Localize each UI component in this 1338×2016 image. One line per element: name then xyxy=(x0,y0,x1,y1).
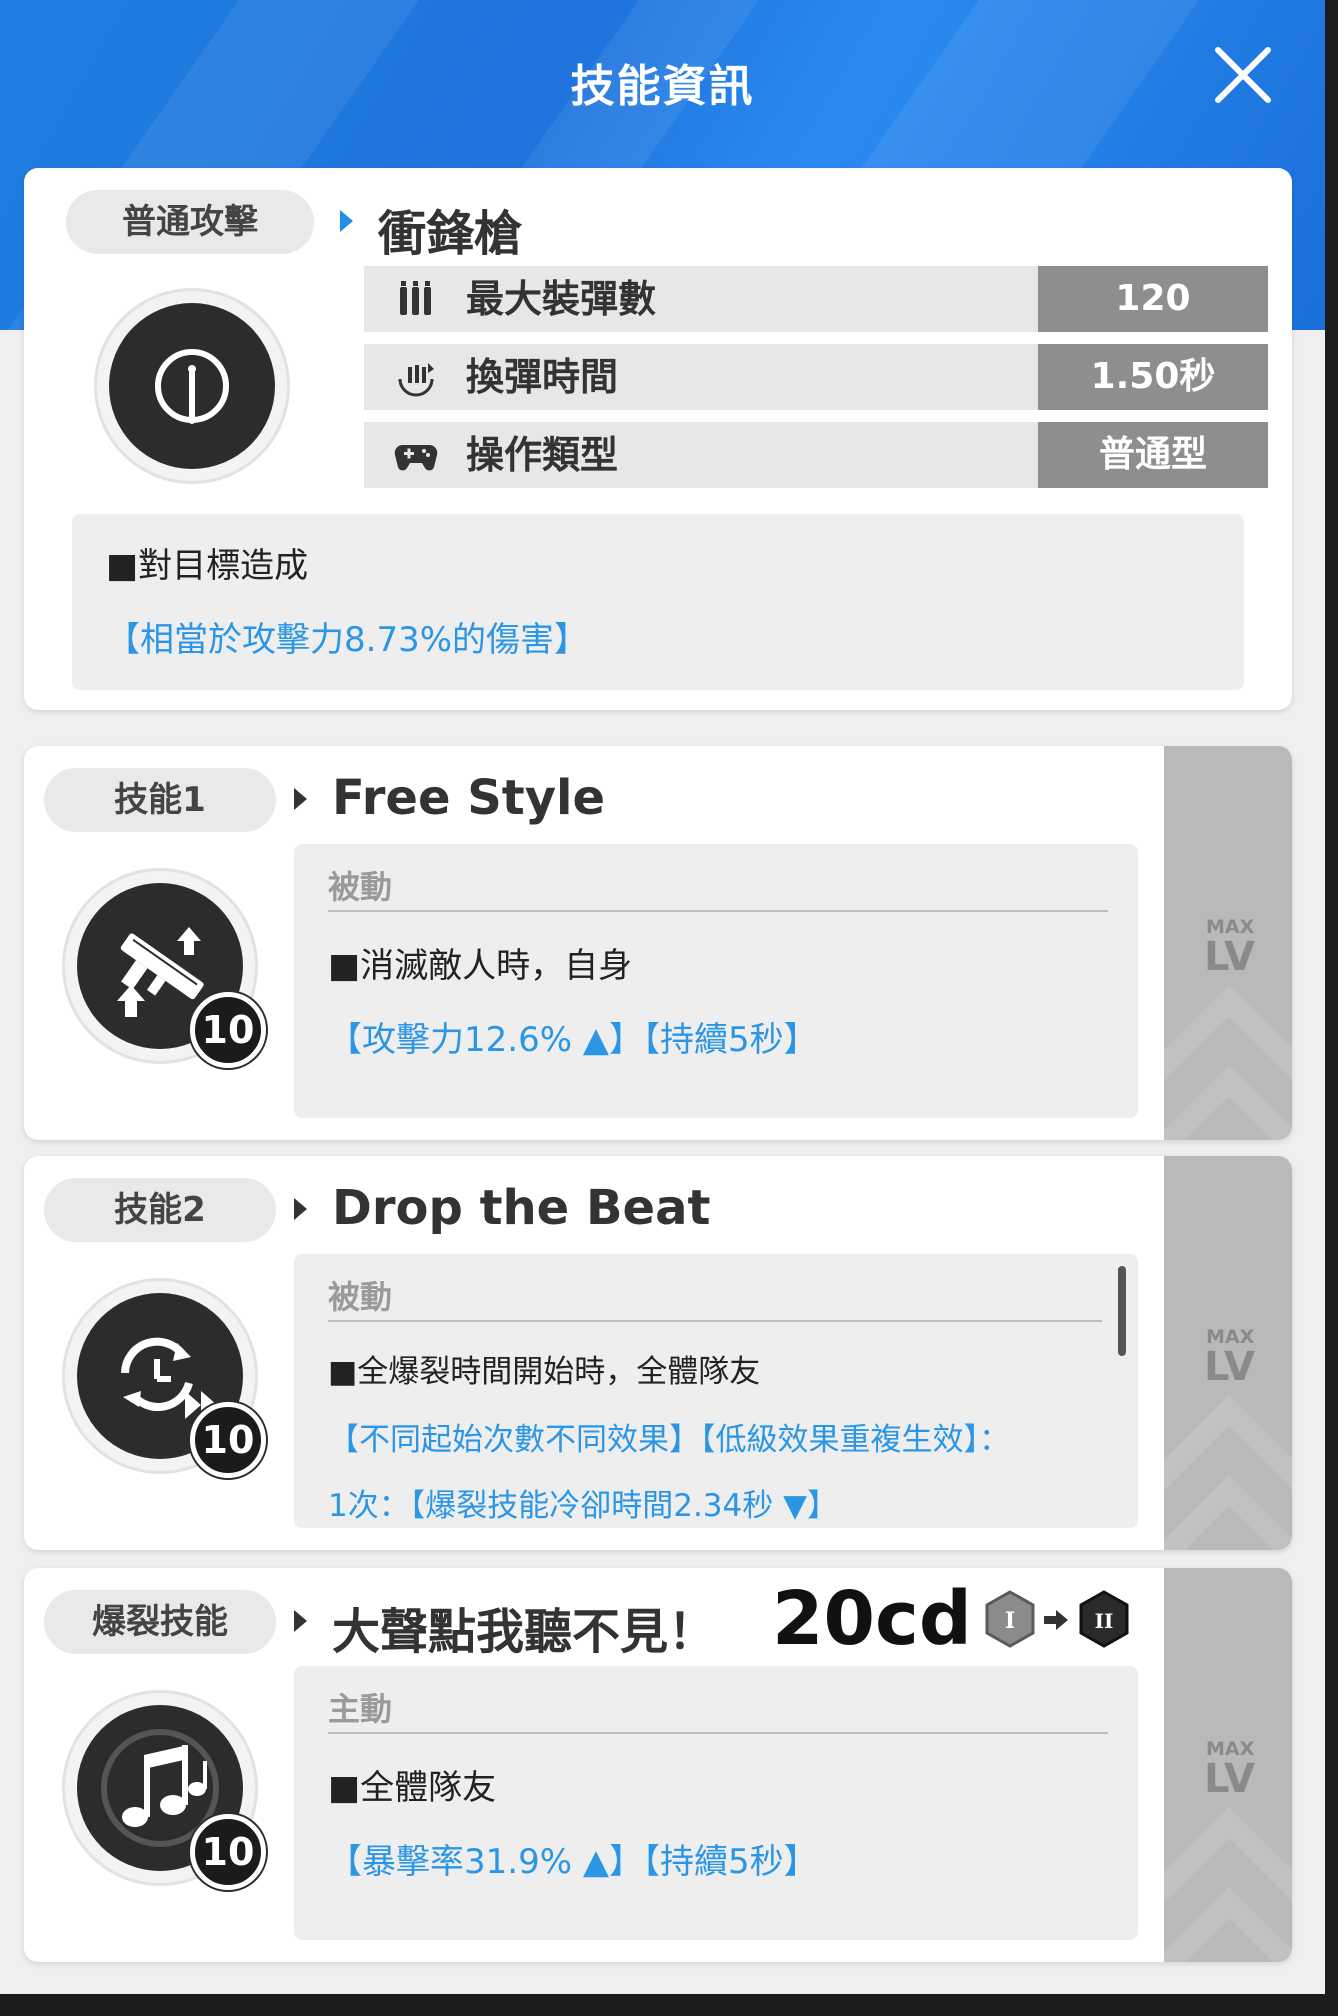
stat-label: 最大裝彈數 xyxy=(466,277,657,321)
lv-label: LV xyxy=(1204,934,1255,980)
close-button[interactable] xyxy=(1208,40,1278,110)
burst-name: 大聲點我聽不見！ xyxy=(332,1604,717,1660)
burst-level-badge: 10 xyxy=(190,1814,266,1890)
skill1-description: 被動 ■消滅敵人時，自身 【攻擊力12.6% ▲】【持續5秒】 xyxy=(294,844,1138,1118)
stat-row-reload-time: 換彈時間 1.50秒 xyxy=(364,344,1268,410)
ammo-icon xyxy=(400,281,431,315)
skill2-level-badge: 10 xyxy=(190,1402,266,1478)
arrow-right-icon xyxy=(1044,1610,1068,1630)
desc-text: ■對目標造成 xyxy=(106,546,309,586)
lv-label: LV xyxy=(1204,1344,1255,1390)
skill-info-window: 技能資訊 普通攻擊 衝鋒槍 最大裝彈數 120 換彈時間 1.50秒 操作類型 … xyxy=(0,0,1325,1994)
divider xyxy=(328,910,1108,912)
reload-icon xyxy=(398,363,434,397)
desc-highlight: 【相當於攻擊力8.73%的傷害】 xyxy=(106,620,589,660)
arrow-right-icon xyxy=(294,788,307,810)
max-level-indicator: MAX LV xyxy=(1164,1568,1292,1962)
skill2-name: Drop the Beat xyxy=(332,1180,711,1236)
burst-stage-2-icon: II xyxy=(1079,1590,1129,1648)
skill-type-label: 被動 xyxy=(328,1278,393,1316)
stat-value: 1.50秒 xyxy=(1038,344,1268,410)
stat-value: 普通型 xyxy=(1038,422,1268,488)
basic-attack-tag: 普通攻擊 xyxy=(66,190,314,254)
max-level-indicator: MAX LV xyxy=(1164,746,1292,1140)
skill-type-label: 被動 xyxy=(328,868,393,906)
scrollbar-thumb[interactable] xyxy=(1118,1266,1126,1356)
weapon-icon-frame xyxy=(94,288,290,484)
desc-highlight: 1次：【爆裂技能冷卻時間2.34秒 ▼】 xyxy=(328,1488,838,1524)
divider xyxy=(328,1320,1102,1322)
stat-label: 換彈時間 xyxy=(466,355,619,399)
cooldown-note: 20cd xyxy=(772,1576,972,1662)
page-title: 技能資訊 xyxy=(570,61,755,112)
desc-text: ■全體隊友 xyxy=(328,1768,497,1808)
basic-attack-description: ■對目標造成 【相當於攻擊力8.73%的傷害】 xyxy=(72,514,1244,690)
stat-label: 操作類型 xyxy=(466,433,619,477)
gamepad-icon xyxy=(394,445,438,471)
skill1-level-badge: 10 xyxy=(190,992,266,1068)
skill2-card[interactable]: 技能2 Drop the Beat 10 被動 ■全爆裂時間開始時，全體隊友 【… xyxy=(24,1156,1292,1550)
stat-row-control-type: 操作類型 普通型 xyxy=(364,422,1268,488)
stat-value: 120 xyxy=(1038,266,1268,332)
stat-row-max-ammo: 最大裝彈數 120 xyxy=(364,266,1268,332)
desc-highlight: 【不同起始次數不同效果】【低級效果重複生效】： xyxy=(328,1422,1010,1458)
smg-icon xyxy=(155,349,229,424)
arrow-right-icon xyxy=(294,1198,307,1220)
max-level-indicator: MAX LV xyxy=(1164,1156,1292,1550)
desc-text: ■消滅敵人時，自身 xyxy=(328,946,633,986)
skill2-tag: 技能2 xyxy=(44,1178,276,1242)
burst-tag: 爆裂技能 xyxy=(44,1590,276,1654)
skill-type-label: 主動 xyxy=(328,1690,393,1728)
desc-highlight: 【攻擊力12.6% ▲】【持續5秒】 xyxy=(328,1020,818,1060)
lv-label: LV xyxy=(1204,1756,1255,1802)
arrow-right-icon xyxy=(294,1610,307,1632)
skill1-tag: 技能1 xyxy=(44,768,276,832)
skill1-card[interactable]: 技能1 Free Style 10 被動 ■消滅敵人時，自身 【攻擊力12.6%… xyxy=(24,746,1292,1140)
close-icon xyxy=(1215,47,1271,103)
basic-attack-card: 普通攻擊 衝鋒槍 最大裝彈數 120 換彈時間 1.50秒 操作類型 普通型 ■… xyxy=(24,168,1292,710)
burst-description: 主動 ■全體隊友 【暴擊率31.9% ▲】【持續5秒】 xyxy=(294,1666,1138,1940)
arrow-right-icon xyxy=(340,210,353,232)
stage-from-text: I xyxy=(1005,1608,1015,1634)
desc-text: ■全爆裂時間開始時，全體隊友 xyxy=(328,1354,761,1390)
desc-highlight: 【暴擊率31.9% ▲】【持續5秒】 xyxy=(328,1842,818,1882)
weapon-name: 衝鋒槍 xyxy=(378,206,523,262)
skill2-description[interactable]: 被動 ■全爆裂時間開始時，全體隊友 【不同起始次數不同效果】【低級效果重複生效】… xyxy=(294,1254,1138,1528)
burst-skill-card[interactable]: 爆裂技能 大聲點我聽不見！ 20cd I II 10 主動 ■全體隊友 【暴擊率… xyxy=(24,1568,1292,1962)
stage-to-text: II xyxy=(1095,1609,1114,1633)
burst-stage-1-icon: I xyxy=(985,1590,1035,1648)
skill1-name: Free Style xyxy=(332,770,606,826)
divider xyxy=(328,1732,1108,1734)
